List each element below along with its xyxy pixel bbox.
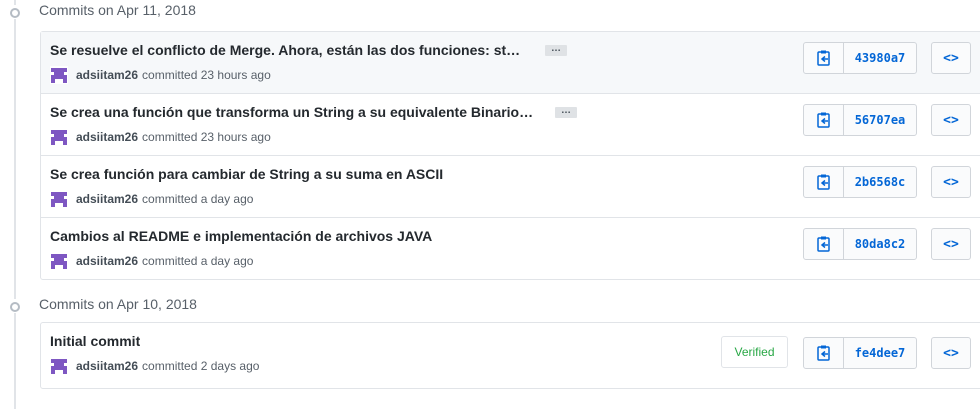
clipboard-copy-icon [816,345,830,361]
copy-sha-button[interactable] [803,104,844,136]
clipboard-copy-icon [816,112,830,128]
commit-time: committed 23 hours ago [142,68,271,82]
commit-meta: adsiitam26 committed 2 days ago [50,357,259,375]
code-browse-icon: <> [943,50,959,66]
sha-button-group: 2b6568c [803,166,917,198]
commit-row: Se crea función para cambiar de String a… [41,156,980,218]
commit-group-header: Commits on Apr 11, 2018 [0,0,980,24]
sha-button-group: 80da8c2 [803,228,917,260]
code-browse-icon: <> [943,236,959,252]
copy-sha-button[interactable] [803,42,844,74]
avatar[interactable] [50,252,68,270]
copy-sha-button[interactable] [803,228,844,260]
browse-repo-button[interactable]: <> [931,42,971,74]
author-link[interactable]: adsiitam26 [76,130,138,144]
commit-group-header: Commits on Apr 10, 2018 [0,294,980,318]
clipboard-copy-icon [816,236,830,252]
commit-row: Se resuelve el conflicto de Merge. Ahora… [41,32,980,94]
commit-time: committed 23 hours ago [142,130,271,144]
commit-sha-link[interactable]: 56707ea [843,104,917,136]
expand-message-button[interactable]: … [555,106,577,118]
commit-sha-link[interactable]: 80da8c2 [843,228,917,260]
verified-badge[interactable]: Verified [721,336,788,368]
commit-group-title: Commits on Apr 11, 2018 [39,2,196,18]
commit-node-icon [7,5,21,19]
commit-title-link[interactable]: Cambios al README e implementación de ar… [50,228,432,244]
commit-title-link[interactable]: Se crea una función que transforma un St… [50,104,533,120]
author-link[interactable]: adsiitam26 [76,68,138,82]
commit-node-icon [7,299,21,313]
code-browse-icon: <> [943,345,959,361]
commit-meta: adsiitam26 committed a day ago [50,190,253,208]
commit-time: committed a day ago [142,254,254,268]
browse-repo-button[interactable]: <> [931,104,971,136]
browse-repo-button[interactable]: <> [931,166,971,198]
code-browse-icon: <> [943,112,959,128]
browse-repo-button[interactable]: <> [931,228,971,260]
author-link[interactable]: adsiitam26 [76,254,138,268]
commit-meta: adsiitam26 committed 23 hours ago [50,128,271,146]
copy-sha-button[interactable] [803,166,844,198]
author-link[interactable]: adsiitam26 [76,359,138,373]
avatar[interactable] [50,357,68,375]
clipboard-copy-icon [816,174,830,190]
sha-button-group: 56707ea [803,104,917,136]
timeline-line [14,0,16,409]
avatar[interactable] [50,128,68,146]
commit-meta: adsiitam26 committed 23 hours ago [50,66,271,84]
code-browse-icon: <> [943,174,959,190]
commit-row: Cambios al README e implementación de ar… [41,218,980,280]
expand-message-button[interactable]: … [545,44,567,56]
commit-time: committed a day ago [142,192,254,206]
commit-row: Se crea una función que transforma un St… [41,94,980,156]
commit-time: committed 2 days ago [142,359,260,373]
author-link[interactable]: adsiitam26 [76,192,138,206]
sha-button-group: fe4dee7 [803,337,917,369]
commit-title-link[interactable]: Se crea función para cambiar de String a… [50,166,443,182]
commit-list: Se resuelve el conflicto de Merge. Ahora… [40,31,980,280]
commit-row: Initial commit adsiitam26 committed 2 da… [41,323,980,388]
clipboard-copy-icon [816,50,830,66]
avatar[interactable] [50,190,68,208]
commit-sha-link[interactable]: 2b6568c [843,166,917,198]
avatar[interactable] [50,66,68,84]
browse-repo-button[interactable]: <> [931,337,971,369]
commit-meta: adsiitam26 committed a day ago [50,252,253,270]
commit-list: Initial commit adsiitam26 committed 2 da… [40,322,980,389]
commit-title-link[interactable]: Se resuelve el conflicto de Merge. Ahora… [50,42,520,58]
commit-sha-link[interactable]: 43980a7 [843,42,917,74]
copy-sha-button[interactable] [803,337,844,369]
commit-sha-link[interactable]: fe4dee7 [843,337,917,369]
commit-title-link[interactable]: Initial commit [50,333,140,349]
commit-group-title: Commits on Apr 10, 2018 [39,296,197,312]
sha-button-group: 43980a7 [803,42,917,74]
